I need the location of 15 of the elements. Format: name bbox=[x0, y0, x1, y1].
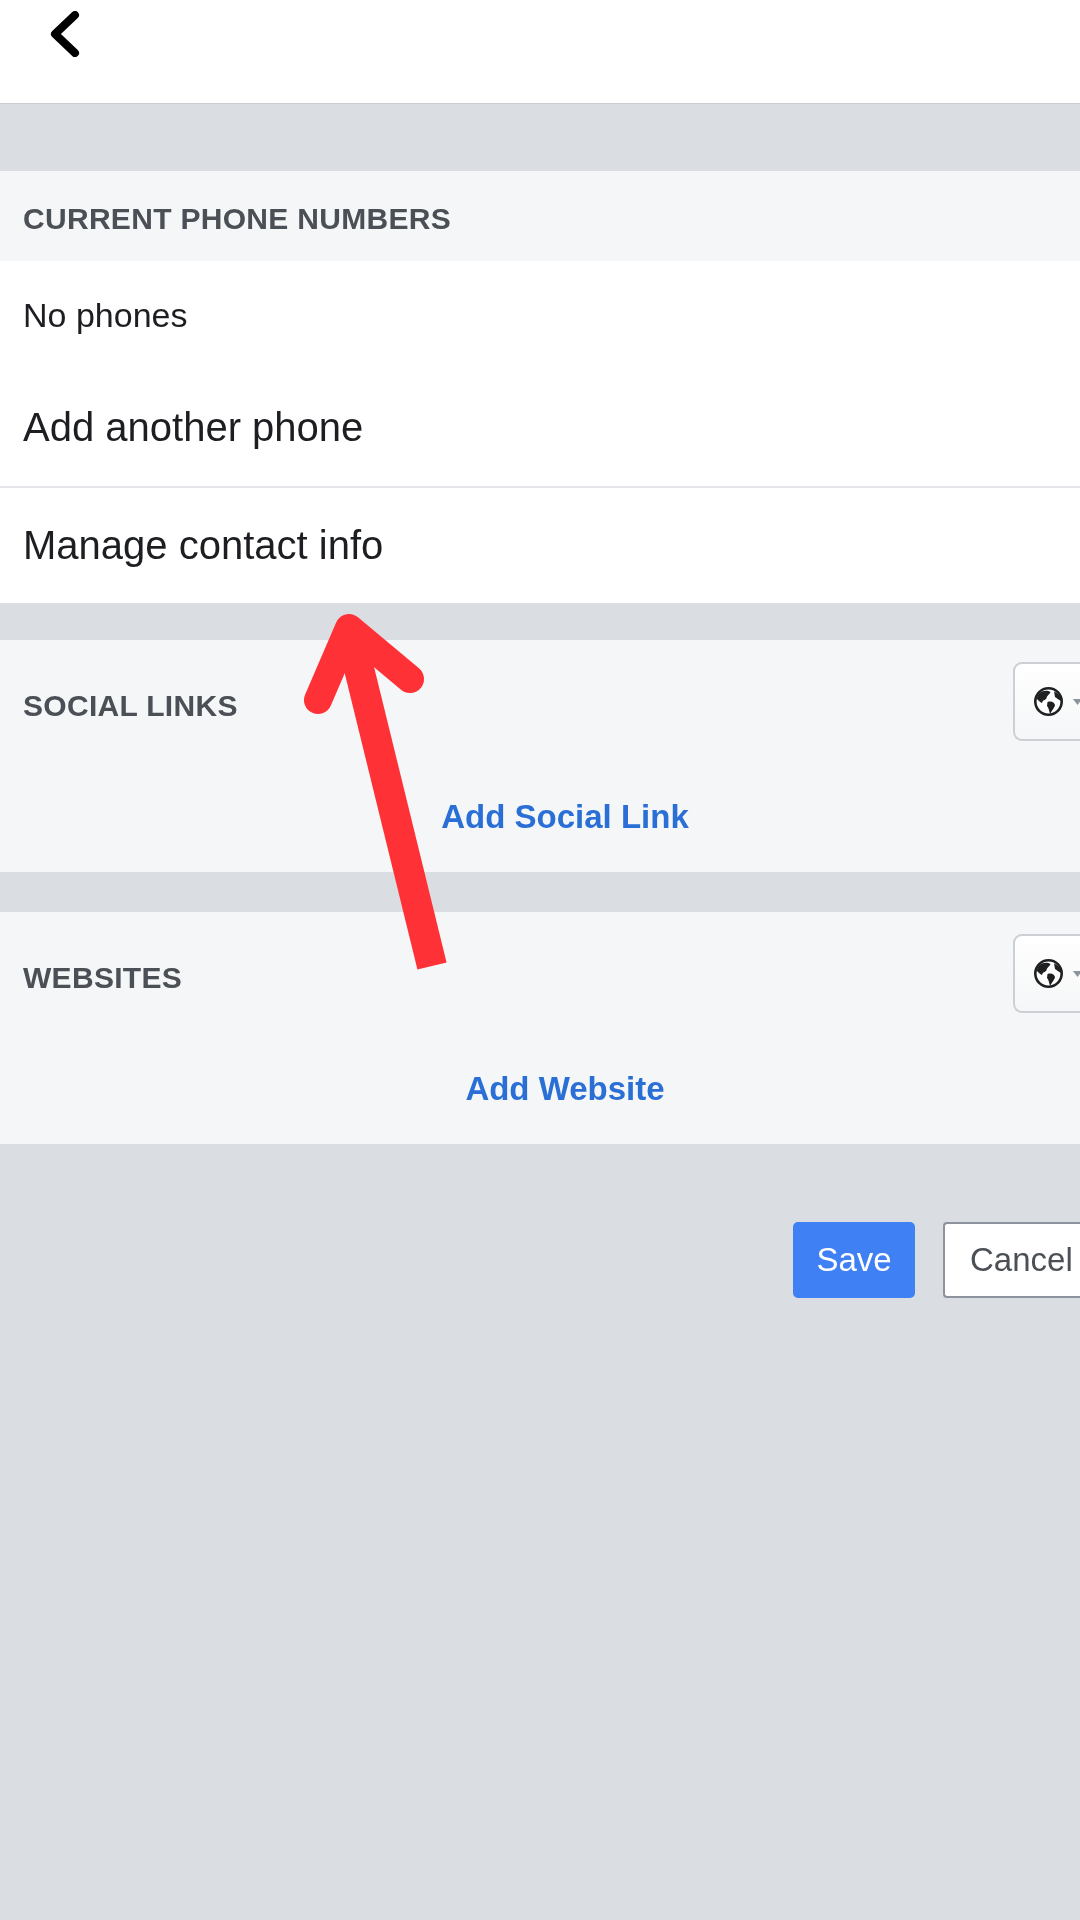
add-link[interactable]: Add Website bbox=[465, 1069, 665, 1108]
back-icon[interactable] bbox=[48, 11, 80, 57]
caret-icon bbox=[1073, 970, 1080, 977]
section-heading: SOCIAL LINKS bbox=[23, 687, 238, 723]
globe-icon bbox=[1034, 687, 1063, 716]
save-button[interactable]: Save bbox=[793, 1222, 915, 1298]
section-heading: WEBSITES bbox=[23, 959, 183, 995]
section-heading: CURRENT PHONE NUMBERS bbox=[23, 202, 451, 236]
dropdown-button[interactable] bbox=[1013, 662, 1080, 741]
add-link[interactable]: Add Social Link bbox=[441, 797, 689, 836]
cancel-button[interactable]: Cancel bbox=[943, 1222, 1080, 1298]
globe-icon bbox=[1034, 959, 1063, 988]
dropdown-button[interactable] bbox=[1013, 934, 1080, 1013]
empty-state-text: No phones bbox=[23, 295, 188, 335]
caret-icon bbox=[1073, 698, 1080, 705]
